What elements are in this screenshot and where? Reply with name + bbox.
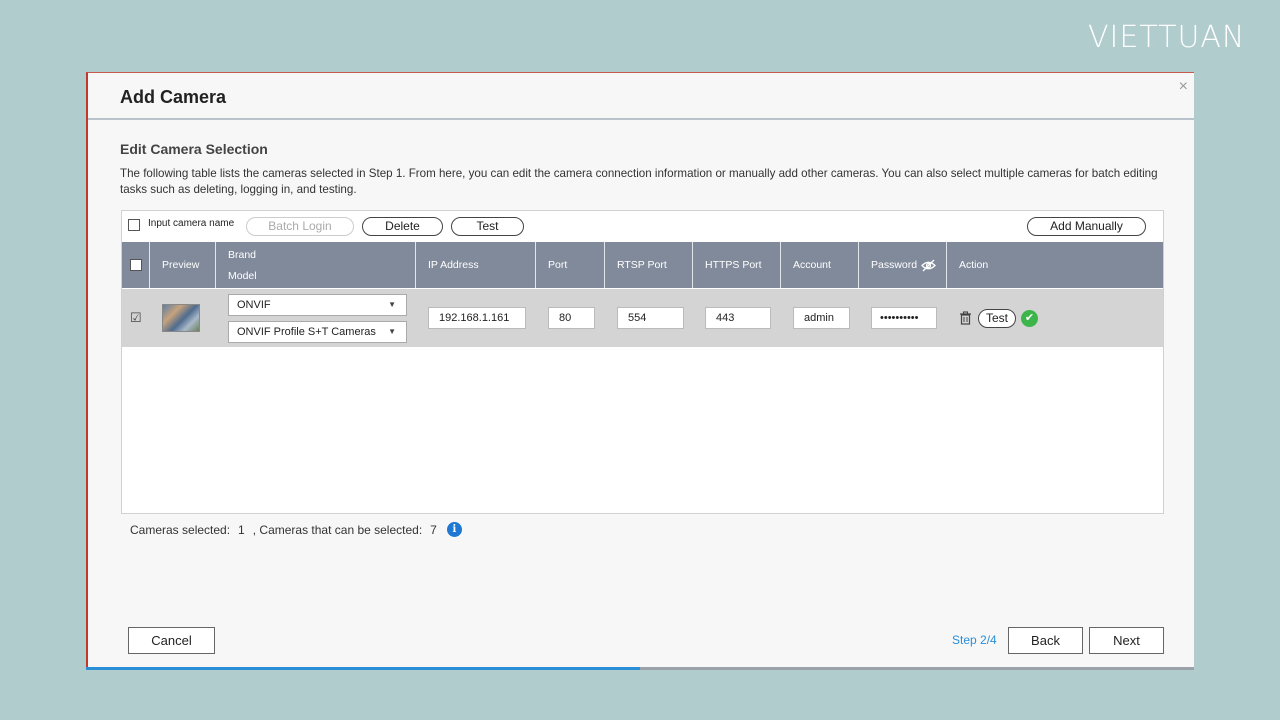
- header-password-label: Password: [871, 259, 918, 271]
- header-brand-model: Brand Model: [216, 242, 416, 288]
- row-account: admin: [781, 289, 859, 347]
- add-camera-dialog: × Add Camera Edit Camera Selection The f…: [86, 72, 1194, 670]
- port-field[interactable]: 80: [548, 307, 595, 329]
- header-brand: Brand: [228, 248, 257, 261]
- row-ip: 192.168.1.161: [416, 289, 536, 347]
- table-header: Preview Brand Model IP Address Port RTSP…: [122, 242, 1163, 288]
- row-brand-model: ONVIF ▼ ONVIF Profile S+T Cameras ▼: [216, 289, 416, 347]
- header-rtsp-port: RTSP Port: [605, 242, 693, 288]
- header-password: Password: [859, 242, 947, 288]
- brand-select-value: ONVIF: [237, 298, 271, 311]
- header-select-all: [122, 242, 150, 288]
- row-password: ••••••••••: [859, 289, 947, 347]
- header-port: Port: [536, 242, 605, 288]
- section-title: Edit Camera Selection: [120, 141, 268, 157]
- chevron-down-icon: ▼: [388, 299, 396, 309]
- account-field[interactable]: admin: [793, 307, 850, 329]
- section-description: The following table lists the cameras se…: [120, 167, 1158, 196]
- cameras-selectable-label: , Cameras that can be selected:: [252, 522, 423, 537]
- input-camera-name-label: Input camera name: [148, 218, 235, 229]
- check-circle-icon: ✔: [1021, 309, 1039, 327]
- close-icon[interactable]: ×: [1179, 79, 1188, 95]
- cancel-button[interactable]: Cancel: [128, 627, 215, 654]
- camera-preview-thumbnail: [162, 304, 200, 332]
- header-action: Action: [959, 259, 989, 271]
- header-ip-address: IP Address: [416, 242, 536, 288]
- wizard-progress-bar: [86, 667, 1194, 670]
- brand-select[interactable]: ONVIF ▼: [228, 293, 407, 316]
- header-preview: Preview: [150, 242, 216, 288]
- input-camera-name-checkbox[interactable]: [128, 219, 140, 231]
- row-preview: [150, 289, 216, 347]
- row-test-button[interactable]: Test: [978, 308, 1017, 328]
- step-indicator: Step 2/4: [952, 633, 997, 647]
- add-manually-button[interactable]: Add Manually: [1027, 217, 1146, 236]
- model-select-value: ONVIF Profile S+T Cameras: [237, 325, 376, 338]
- row-port: 80: [536, 289, 605, 347]
- title-divider: [88, 118, 1194, 120]
- table-row[interactable]: ☑ ONVIF ▼ ONVIF Profile S+T Cameras ▼ 19…: [122, 289, 1163, 347]
- dialog-title: Add Camera: [120, 87, 227, 107]
- back-button[interactable]: Back: [1008, 627, 1083, 654]
- batch-login-button[interactable]: Batch Login: [246, 217, 354, 236]
- chevron-down-icon: ▼: [388, 326, 396, 336]
- header-https-port: HTTPS Port: [693, 242, 781, 288]
- row-checkbox[interactable]: ☑: [122, 289, 150, 347]
- cameras-selected-label: Cameras selected:: [130, 522, 231, 537]
- viettuan-logo: VIETTUAN: [1088, 20, 1246, 55]
- row-https: 443: [693, 289, 781, 347]
- delete-button[interactable]: Delete: [362, 217, 443, 236]
- password-field[interactable]: ••••••••••: [871, 307, 937, 329]
- selection-stats: Cameras selected: 1 , Cameras that can b…: [130, 522, 462, 537]
- trash-icon[interactable]: [959, 311, 972, 325]
- row-rtsp: 554: [605, 289, 693, 347]
- ip-address-field[interactable]: 192.168.1.161: [428, 307, 526, 329]
- test-button[interactable]: Test: [451, 217, 524, 236]
- camera-table-panel: Input camera name Batch Login Delete Tes…: [121, 210, 1164, 514]
- model-select[interactable]: ONVIF Profile S+T Cameras ▼: [228, 320, 407, 343]
- cameras-selectable-value: 7: [430, 522, 437, 537]
- https-port-field[interactable]: 443: [705, 307, 771, 329]
- row-action: Test ✔: [947, 289, 1039, 347]
- wizard-progress-fill: [86, 667, 640, 670]
- header-model: Model: [228, 269, 257, 282]
- next-button[interactable]: Next: [1089, 627, 1164, 654]
- table-toolbar: Input camera name Batch Login Delete Tes…: [122, 211, 1163, 241]
- info-icon[interactable]: i: [446, 522, 462, 537]
- rtsp-port-field[interactable]: 554: [617, 307, 684, 329]
- header-account: Account: [781, 242, 859, 288]
- cameras-selected-value: 1: [238, 522, 245, 537]
- eye-off-icon[interactable]: [921, 259, 937, 272]
- select-all-checkbox[interactable]: [130, 259, 142, 271]
